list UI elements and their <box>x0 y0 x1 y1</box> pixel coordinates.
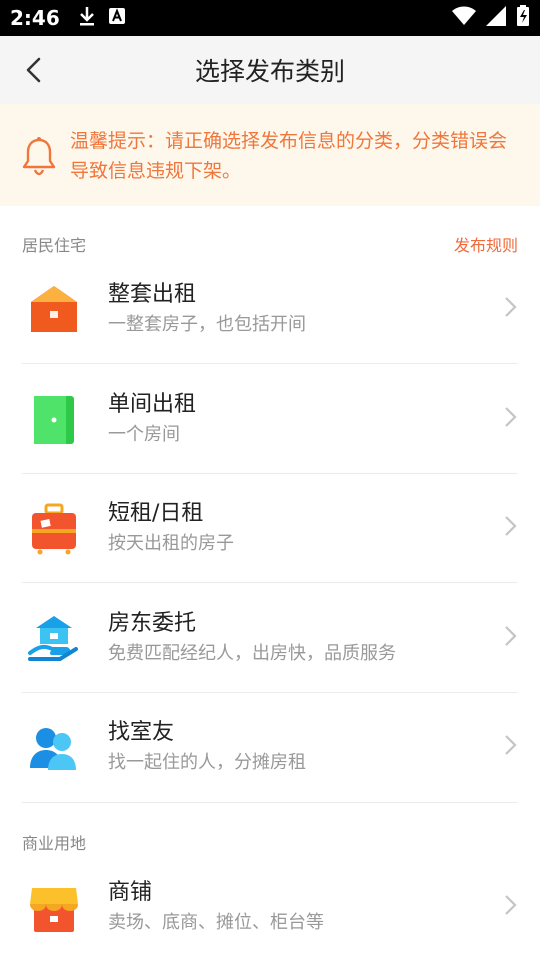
item-subtitle: 免费匹配经纪人，出房快，品质服务 <box>108 643 396 664</box>
back-button[interactable] <box>20 55 50 85</box>
list-item-shop[interactable]: 商铺 卖场、底商、摊位、柜台等 <box>22 854 518 962</box>
wifi-icon <box>452 6 476 30</box>
publish-rules-link[interactable]: 发布规则 <box>454 232 518 256</box>
chevron-right-icon <box>505 895 517 915</box>
house-icon <box>31 286 77 332</box>
list-item-short-term[interactable]: 短租/日租 按天出租的房子 <box>22 475 518 583</box>
list-item-find-roommate[interactable]: 找室友 找一起住的人，分摊房租 <box>22 694 518 802</box>
item-title: 整套出租 <box>108 282 197 307</box>
item-title: 商铺 <box>108 880 153 905</box>
chevron-right-icon <box>505 735 517 755</box>
status-bar: 2:46 <box>0 0 540 36</box>
list-item-whole-rent[interactable]: 整套出租 一整套房子，也包括开间 <box>22 256 518 364</box>
page-title: 选择发布类别 <box>194 57 345 86</box>
section-header-commercial: 商业用地 <box>22 830 518 854</box>
nav-bar: 选择发布类别 <box>0 36 540 104</box>
list-item-single-room[interactable]: 单间出租 一个房间 <box>22 366 518 474</box>
item-subtitle: 卖场、底商、摊位、柜台等 <box>108 912 324 933</box>
door-icon <box>34 396 74 444</box>
status-time: 2:46 <box>10 6 60 30</box>
chevron-right-icon <box>505 297 517 317</box>
notice-banner: 温馨提示：请正确选择发布信息的分类，分类错误会导致信息违规下架。 <box>0 104 540 206</box>
chevron-right-icon <box>505 516 517 536</box>
shop-icon <box>30 888 78 932</box>
bell-icon <box>22 137 56 176</box>
section-label: 商业用地 <box>22 834 87 853</box>
chevron-right-icon <box>505 626 517 646</box>
item-title: 找室友 <box>108 720 175 745</box>
chevron-left-icon <box>26 57 41 83</box>
item-title: 单间出租 <box>108 392 197 417</box>
item-title: 短租/日租 <box>108 501 204 526</box>
signal-icon <box>486 6 506 30</box>
item-title: 房东委托 <box>108 611 197 636</box>
section-header-residential: 居民住宅 发布规则 <box>22 232 518 256</box>
section-label: 居民住宅 <box>22 236 87 255</box>
item-subtitle: 一个房间 <box>108 424 180 445</box>
notice-text: 温馨提示：请正确选择发布信息的分类，分类错误会导致信息违规下架。 <box>70 130 508 182</box>
hand-house-icon <box>28 616 78 661</box>
item-subtitle: 一整套房子，也包括开间 <box>108 314 306 335</box>
people-icon <box>30 728 76 770</box>
item-subtitle: 找一起住的人，分摊房租 <box>108 752 306 773</box>
battery-icon <box>516 5 530 31</box>
chevron-right-icon <box>505 407 517 427</box>
suitcase-icon <box>32 503 76 555</box>
font-icon <box>108 7 126 29</box>
section-divider <box>22 802 518 803</box>
download-icon <box>78 5 96 31</box>
item-subtitle: 按天出租的房子 <box>108 533 234 554</box>
list-item-landlord-entrust[interactable]: 房东委托 免费匹配经纪人，出房快，品质服务 <box>22 585 518 693</box>
